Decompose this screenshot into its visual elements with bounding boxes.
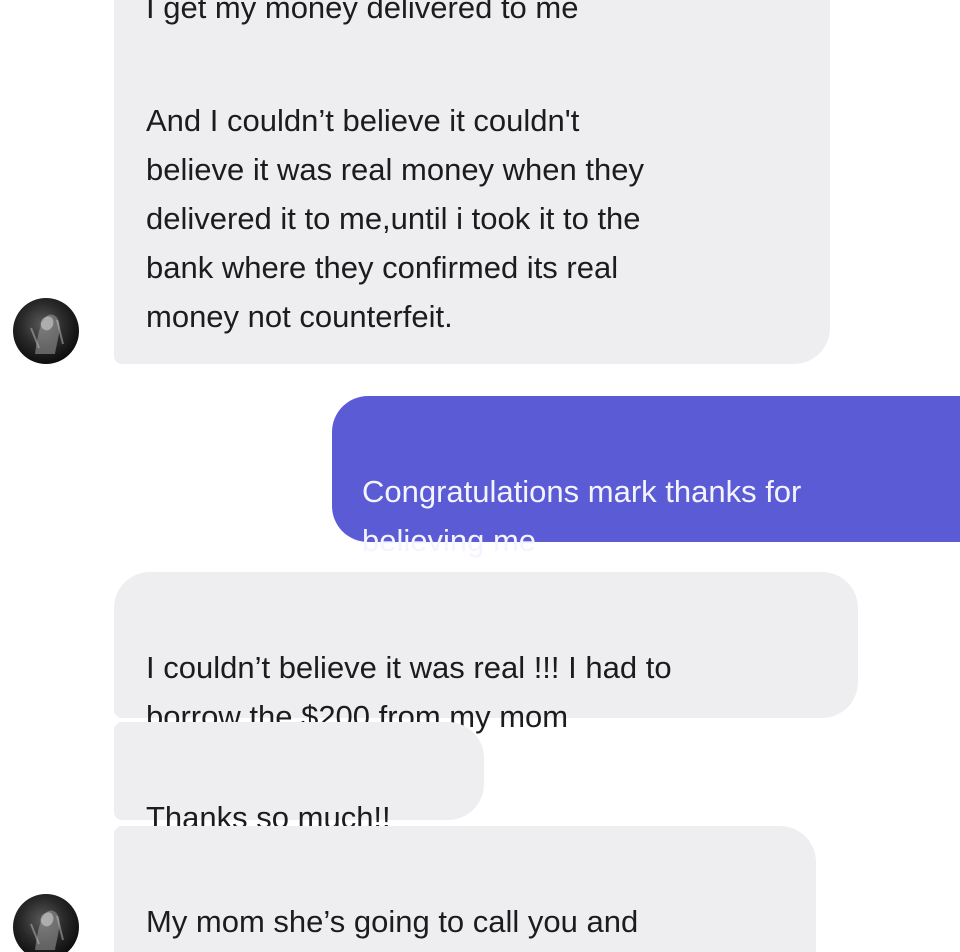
outgoing-message-bubble: Congratulations mark thanks for believin… (332, 396, 960, 558)
incoming-message-bubble: My mom she’s going to call you and thank… (114, 826, 816, 952)
chat-thread: I get my money delivered to me And I cou… (0, 0, 960, 952)
avatar-figure-icon (30, 910, 64, 950)
message-text: My mom she’s going to call you and thank… (146, 904, 639, 939)
incoming-message-bubble: I get my money delivered to me And I cou… (114, 0, 830, 364)
contact-avatar-icon[interactable] (13, 894, 79, 952)
avatar-figure-icon (30, 314, 64, 354)
contact-avatar-icon[interactable] (13, 298, 79, 364)
incoming-message-bubble: Thanks so much!! (114, 722, 484, 835)
message-text: I get my money delivered to me (146, 0, 579, 25)
message-text: Congratulations mark thanks for believin… (362, 474, 802, 558)
message-text: And I couldn’t believe it couldn't belie… (146, 103, 644, 334)
incoming-message-bubble: I couldn’t believe it was real !!! I had… (114, 572, 858, 734)
